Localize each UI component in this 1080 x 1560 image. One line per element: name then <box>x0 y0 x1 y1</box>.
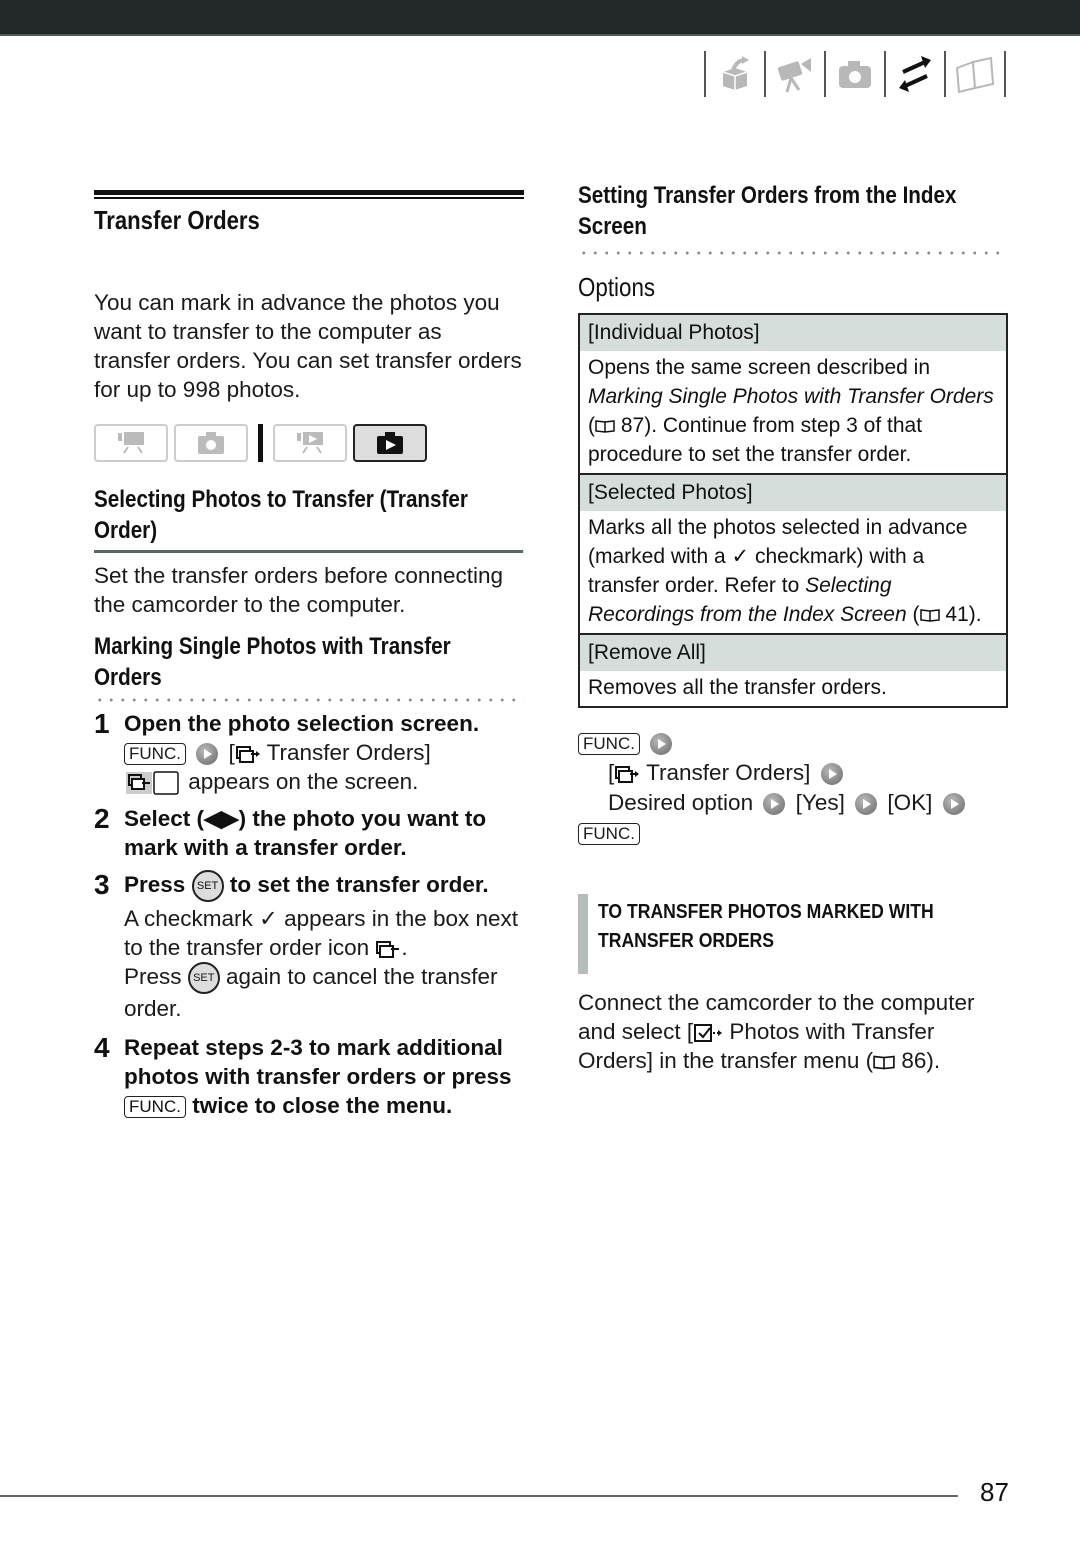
func-button-icon: FUNC. <box>124 743 186 766</box>
next-arrow-icon <box>942 793 965 816</box>
subsection-title: Marking Single Photos with Transfer Orde… <box>94 633 451 691</box>
func-button-icon: FUNC. <box>124 1096 186 1119</box>
cross-reference[interactable]: Marking Single Photos with Transfer Orde… <box>588 385 994 408</box>
reference-book-icon[interactable] <box>946 51 1004 97</box>
set-button-icon: SET <box>187 962 220 995</box>
right-column: Setting Transfer Orders from the Index S… <box>578 180 1008 1075</box>
mode-separator <box>258 424 263 462</box>
note-bar <box>578 894 588 974</box>
photo-record-mode <box>174 424 248 462</box>
option-description: Marks all the photos selected in advance… <box>580 511 1006 635</box>
step-number: 2 <box>94 803 110 835</box>
procedure: FUNC. [ Transfer Orders] Desired option … <box>578 728 1008 848</box>
next-arrow-icon <box>763 793 786 816</box>
func-button-icon: FUNC. <box>578 733 640 756</box>
getting-started-icon[interactable] <box>706 51 764 97</box>
step-body-2-pre: Press <box>124 964 182 990</box>
appears-text: appears on the screen. <box>188 769 419 794</box>
step-1: 1 Open the photo selection screen. FUNC.… <box>94 708 524 797</box>
step-3: 3 Press SET to set the transfer order. A… <box>94 870 524 1023</box>
step-number: 1 <box>94 708 110 739</box>
photo-record-icon <box>198 432 224 454</box>
next-arrow-icon <box>855 793 878 816</box>
book-icon <box>595 420 615 434</box>
step-2: 2 Select (◀▶) the photo you want to mark… <box>94 804 524 862</box>
note-box: To transfer photos marked with transfer … <box>578 894 1008 974</box>
book-icon <box>873 1055 895 1070</box>
transfer-icon[interactable] <box>886 51 944 97</box>
left-column: Transfer Orders You can mark in advance … <box>94 190 524 1120</box>
chapter-nav <box>704 50 1006 98</box>
video-icon[interactable] <box>766 51 824 97</box>
mode-indicators <box>94 424 524 462</box>
title-rule <box>94 190 524 199</box>
section-text: Set the transfer orders before connectin… <box>94 563 503 617</box>
section-title: Setting Transfer Orders from the Index S… <box>578 182 957 240</box>
note-title: To transfer photos marked with transfer … <box>598 894 934 974</box>
option-label: [Remove All] <box>580 635 1006 671</box>
page-ref: 41). <box>945 603 982 626</box>
menu-item-text: Transfer Orders] <box>266 740 431 765</box>
desired-option-text: Desired option <box>608 790 754 815</box>
options-table: [Individual Photos] Opens the same scree… <box>578 313 1008 708</box>
section-title: Selecting Photos to Transfer (Transfer O… <box>94 484 523 553</box>
intro-text: You can mark in advance the photos you w… <box>94 290 522 402</box>
note-text: Connect the camcorder to the computer an… <box>578 988 1008 1075</box>
yes-option: [Yes] <box>795 790 845 815</box>
movie-playback-icon <box>297 432 323 454</box>
option-description: Removes all the transfer orders. <box>588 676 887 699</box>
page-ref: 86). <box>901 1048 941 1073</box>
note-title-line: To transfer photos marked with <box>598 901 934 923</box>
menu-item-text: Transfer Orders] <box>646 760 811 785</box>
photo-playback-mode <box>353 424 427 462</box>
page-ref: 87). <box>620 414 658 437</box>
step-title-pre: Press <box>124 872 186 898</box>
dotted-divider <box>578 250 1008 256</box>
func-button-icon: FUNC. <box>578 823 640 846</box>
next-arrow-icon <box>820 763 843 786</box>
step-title-post: twice to close the menu. <box>192 1093 453 1119</box>
footer-rule <box>0 1495 958 1497</box>
step-body-1: A checkmark ✓ appears in the box next to… <box>124 906 519 961</box>
dotted-divider <box>94 697 524 703</box>
option-description: Opens the same screen described in Marki… <box>580 351 1006 475</box>
transfer-order-icon <box>235 746 260 764</box>
option-label: [Selected Photos] <box>580 475 1006 511</box>
note-title-line: transfer orders <box>598 930 775 952</box>
ok-option: [OK] <box>887 790 933 815</box>
step-title-post: to set the transfer order. <box>229 872 489 898</box>
transfer-order-icon <box>615 766 640 784</box>
option-label: [Individual Photos] <box>580 315 1006 351</box>
movie-record-icon <box>118 432 144 454</box>
photo-playback-icon <box>377 432 403 454</box>
book-icon <box>919 609 940 623</box>
page-title: Transfer Orders <box>94 205 260 235</box>
step-number: 4 <box>94 1032 110 1064</box>
desc-text: Marks all the photos selected in advance… <box>588 516 968 597</box>
desc-text: Opens the same screen described in <box>588 356 931 379</box>
photo-icon[interactable] <box>826 51 884 97</box>
next-arrow-icon <box>650 733 673 756</box>
page-number: 87 <box>980 1477 1009 1507</box>
transfer-order-icon <box>376 941 400 959</box>
movie-record-mode <box>94 424 168 462</box>
set-button-icon: SET <box>191 870 224 903</box>
top-bar <box>0 0 1080 36</box>
period: . <box>401 935 408 961</box>
step-title: Select (◀▶) the photo you want to mark w… <box>124 806 487 861</box>
options-title: Options <box>578 272 656 302</box>
step-title: Open the photo selection screen. <box>124 711 480 736</box>
nav-separator <box>1004 51 1006 97</box>
next-arrow-icon <box>196 743 219 766</box>
step-number: 3 <box>94 869 110 901</box>
step-4: 4 Repeat steps 2-3 to mark additional ph… <box>94 1033 524 1120</box>
transfer-order-checkbox-icon <box>124 770 182 797</box>
step-title-pre: Repeat steps 2-3 to mark additional phot… <box>124 1035 512 1090</box>
movie-playback-mode <box>273 424 347 462</box>
photos-with-transfer-orders-icon <box>694 1024 723 1043</box>
